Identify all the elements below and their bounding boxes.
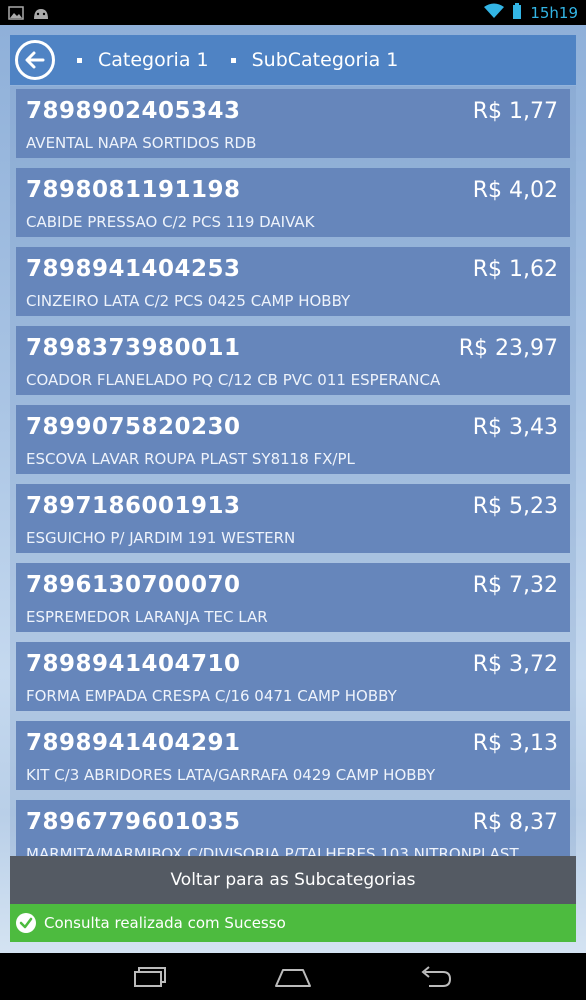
status-bar: 15h19: [0, 0, 586, 25]
image-icon: [8, 5, 24, 24]
product-description: ESPREMEDOR LARANJA TEC LAR: [26, 608, 268, 626]
product-card: 7896130700070 R$ 7,32 ESPREMEDOR LARANJA T…: [16, 563, 570, 632]
breadcrumb-subcategory[interactable]: SubCategoria 1: [230, 49, 399, 71]
home-icon: [275, 968, 311, 987]
product-card: 7898902405343 R$ 1,77 AVENTAL NAPA SORTIDO…: [16, 89, 570, 158]
product-row[interactable]: 7898941404710 R$ 3,72 FORMA EMPADA CRESPA …: [10, 639, 576, 718]
nav-back-button[interactable]: [405, 957, 465, 997]
product-price: R$ 1,77: [472, 99, 558, 124]
product-row[interactable]: 7898941404291 R$ 3,13 KIT C/3 ABRIDORES LA…: [10, 718, 576, 797]
product-row[interactable]: 7898941404253 R$ 1,62 CINZEIRO LATA C/2 PC…: [10, 244, 576, 323]
product-price: R$ 7,32: [472, 573, 558, 598]
product-price: R$ 8,37: [472, 810, 558, 835]
product-row[interactable]: 7896130700070 R$ 7,32 ESPREMEDOR LARANJA T…: [10, 560, 576, 639]
product-price: R$ 3,72: [472, 652, 558, 677]
back-to-subcategories-button[interactable]: Voltar para as Subcategorias: [10, 856, 576, 904]
recent-apps-icon: [134, 966, 166, 987]
battery-icon: [512, 3, 522, 23]
product-code: 7898941404710: [26, 651, 241, 677]
product-price: R$ 3,43: [472, 415, 558, 440]
home-button[interactable]: [263, 957, 323, 997]
product-row[interactable]: 7898081191198 R$ 4,02 CABIDE PRESSAO C/2 P…: [10, 165, 576, 244]
product-card: 7898081191198 R$ 4,02 CABIDE PRESSAO C/2 P…: [16, 168, 570, 237]
product-card: 7899075820230 R$ 3,43 ESCOVA LAVAR ROUPA P…: [16, 405, 570, 474]
back-arrow-icon: [25, 51, 45, 69]
product-card: 7898941404710 R$ 3,72 FORMA EMPADA CRESPA …: [16, 642, 570, 711]
product-code: 7897186001913: [26, 493, 241, 519]
product-code: 7898373980011: [26, 335, 241, 361]
product-row[interactable]: 7899075820230 R$ 3,43 ESCOVA LAVAR ROUPA P…: [10, 402, 576, 481]
product-description: CABIDE PRESSAO C/2 PCS 119 DAIVAK: [26, 213, 315, 231]
product-description: ESGUICHO P/ JARDIM 191 WESTERN: [26, 529, 296, 547]
breadcrumb-subcategory-label: SubCategoria 1: [251, 49, 399, 71]
wifi-icon: [484, 3, 505, 23]
product-description: ESCOVA LAVAR ROUPA PLAST SY8118 FX/PL: [26, 450, 355, 468]
product-row[interactable]: 7898373980011 R$ 23,97 COADOR FLANELADO PQ…: [10, 323, 576, 402]
header-bar: Categoria 1 SubCategoria 1: [10, 35, 576, 85]
product-code: 7898941404253: [26, 256, 241, 282]
product-card: 7897186001913 R$ 5,23 ESGUICHO P/ JARDIM 1…: [16, 484, 570, 553]
status-time: 15h19: [530, 4, 578, 22]
breadcrumb-category-label: Categoria 1: [98, 49, 209, 71]
app-screen: Categoria 1 SubCategoria 1 7898902405343…: [0, 25, 586, 953]
product-code: 7898081191198: [26, 177, 241, 203]
recent-apps-button[interactable]: [121, 957, 181, 997]
product-code: 7899075820230: [26, 414, 241, 440]
product-card: 7898373980011 R$ 23,97 COADOR FLANELADO PQ…: [16, 326, 570, 395]
product-description: KIT C/3 ABRIDORES LATA/GARRAFA 0429 CAMP…: [26, 766, 436, 784]
product-card: 7898941404291 R$ 3,13 KIT C/3 ABRIDORES LA…: [16, 721, 570, 790]
breadcrumb-bullet: [230, 57, 236, 63]
product-price: R$ 1,62: [472, 257, 558, 282]
product-price: R$ 5,23: [472, 494, 558, 519]
android-icon: [32, 5, 50, 24]
product-row[interactable]: 7898902405343 R$ 1,77 AVENTAL NAPA SORTIDO…: [10, 86, 576, 165]
product-price: R$ 23,97: [458, 336, 558, 361]
back-button[interactable]: [15, 40, 55, 80]
breadcrumb-category[interactable]: Categoria 1: [77, 49, 209, 71]
product-code: 7898941404291: [26, 730, 241, 756]
product-price: R$ 4,02: [472, 178, 558, 203]
product-list[interactable]: 7898902405343 R$ 1,77 AVENTAL NAPA SORTIDO…: [10, 86, 576, 881]
product-description: AVENTAL NAPA SORTIDOS RDB: [26, 134, 257, 152]
product-code: 7896130700070: [26, 572, 241, 598]
check-circle-icon: [16, 913, 36, 933]
success-toast: Consulta realizada com Sucesso: [10, 904, 576, 942]
product-description: CINZEIRO LATA C/2 PCS 0425 CAMP HOBBY: [26, 292, 351, 310]
product-description: COADOR FLANELADO PQ C/12 CB PVC 011 ESPE…: [26, 371, 441, 389]
product-card: 7898941404253 R$ 1,62 CINZEIRO LATA C/2 PC…: [16, 247, 570, 316]
navigation-bar: [0, 953, 586, 1000]
product-code: 7896779601035: [26, 809, 241, 835]
product-description: FORMA EMPADA CRESPA C/16 0471 CAMP HOBBY: [26, 687, 397, 705]
product-price: R$ 3,13: [472, 731, 558, 756]
breadcrumb-bullet: [77, 57, 82, 63]
toast-message: Consulta realizada com Sucesso: [44, 914, 286, 932]
product-code: 7898902405343: [26, 98, 241, 124]
back-icon: [421, 965, 452, 987]
product-row[interactable]: 7897186001913 R$ 5,23 ESGUICHO P/ JARDIM 1…: [10, 481, 576, 560]
